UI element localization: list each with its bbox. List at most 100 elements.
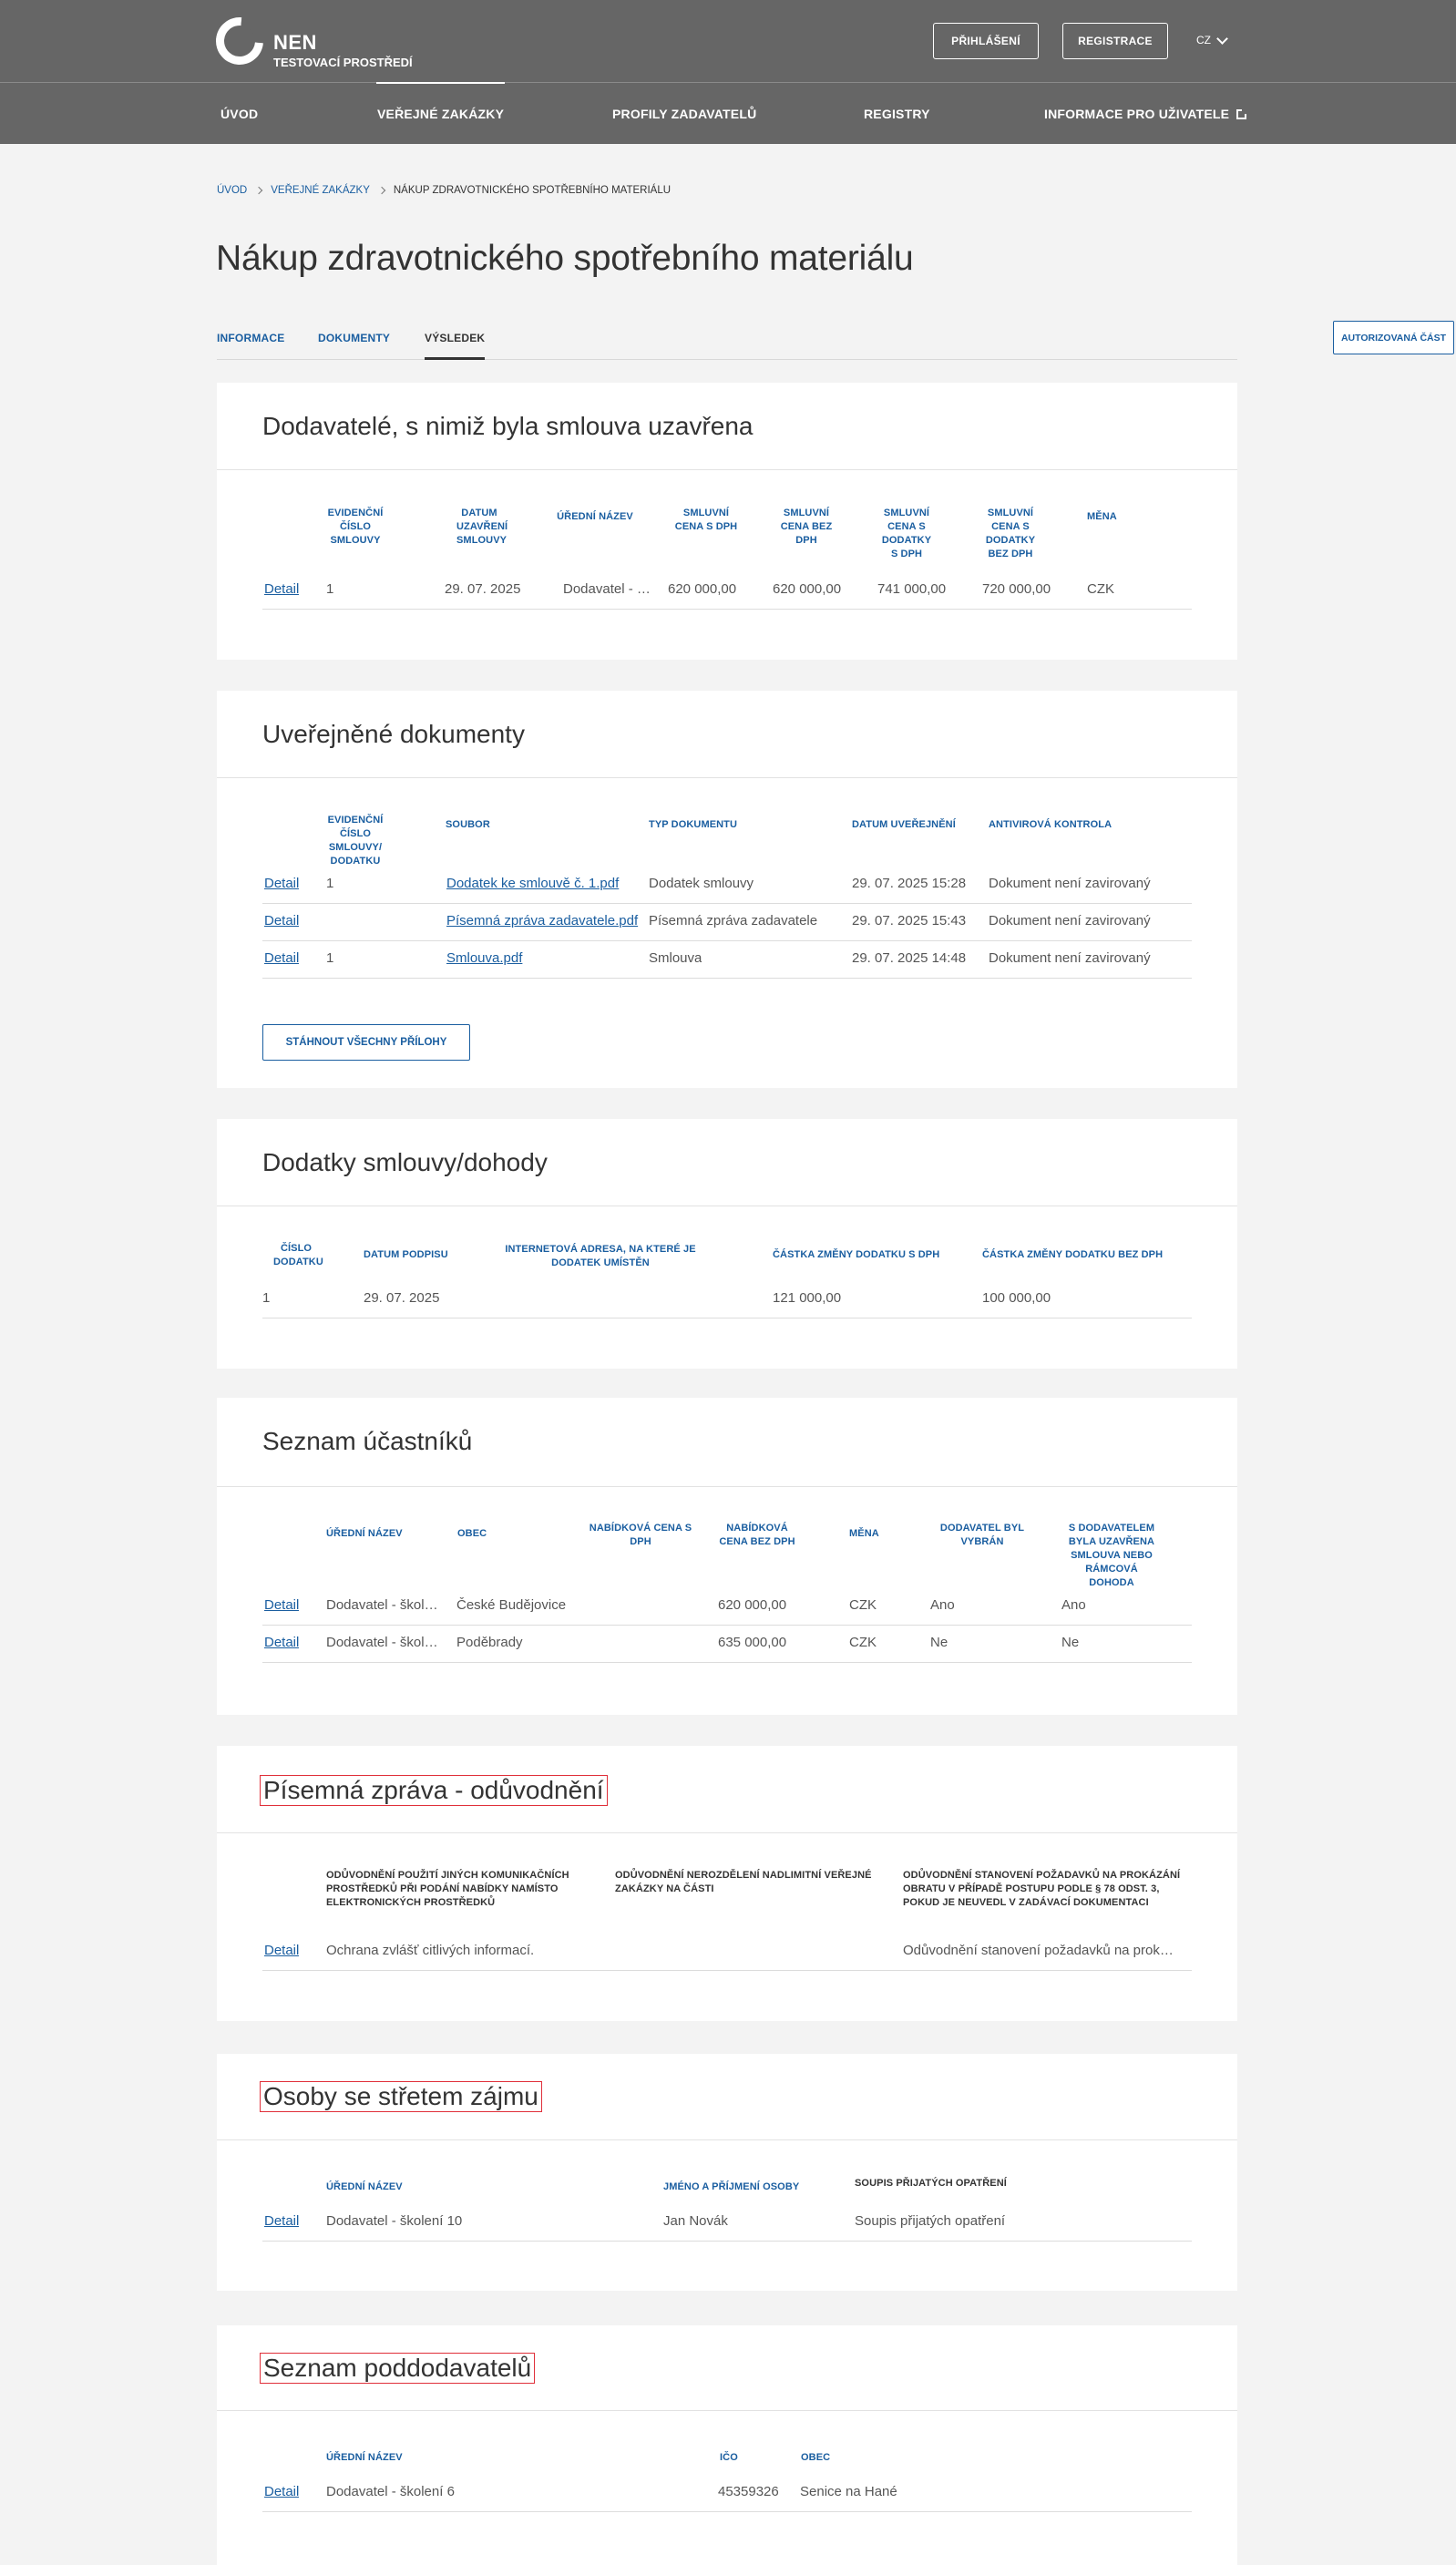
tab-dokumenty[interactable]: DOKUMENTY: [318, 332, 390, 344]
participant-city: Poděbrady: [456, 1635, 523, 1650]
nav-profily-zadavatelu[interactable]: PROFILY ZADAVATELŮ: [612, 83, 756, 145]
breadcrumb-verejne-zakazky[interactable]: VEŘEJNÉ ZAKÁZKY: [271, 185, 370, 196]
card-title: Seznam účastníků: [262, 1427, 473, 1455]
column-header[interactable]: DATUM PODPISU: [364, 1248, 473, 1262]
row-divider: [262, 2241, 1192, 2242]
nav-verejne-zakazky[interactable]: VEŘEJNÉ ZAKÁZKY: [376, 82, 506, 145]
detail-link[interactable]: Detail: [264, 1635, 299, 1650]
column-header[interactable]: DATUM UZAVŘENÍ SMLOUVY: [456, 507, 508, 548]
column-header[interactable]: SOUPIS PŘIJATÝCH OPATŘENÍ: [855, 2177, 1082, 2191]
subcontractor-city: Senice na Hané: [800, 2484, 897, 2499]
top-bar: NEN TESTOVACÍ PROSTŘEDÍ PŘIHLÁŠENÍ REGIS…: [0, 0, 1456, 82]
column-header[interactable]: ČÁSTKA ZMĚNY DODATKU S DPH: [773, 1248, 955, 1262]
detail-link[interactable]: Detail: [264, 2484, 299, 2499]
row-divider: [262, 940, 1192, 941]
divider: [217, 2139, 1237, 2140]
report-reason-3: Odůvodnění stanovení požadavků na prokáz…: [903, 1943, 1181, 1958]
conflict-measures: Soupis přijatých opatření: [855, 2213, 1006, 2229]
column-header[interactable]: OBEC: [801, 2451, 874, 2465]
register-button[interactable]: REGISTRACE: [1062, 23, 1168, 59]
tab-informace[interactable]: INFORMACE: [217, 332, 284, 344]
language-selector[interactable]: CZ: [1196, 32, 1228, 46]
brand[interactable]: NEN TESTOVACÍ PROSTŘEDÍ: [273, 33, 413, 70]
column-header[interactable]: JMÉNO A PŘÍJMENÍ OSOBY: [663, 2180, 846, 2194]
column-header[interactable]: DATUM UVEŘEJNĚNÍ: [852, 818, 989, 832]
antivirus-status: Dokument není zavirovaný: [989, 876, 1151, 891]
column-header[interactable]: SMLUVNÍ CENA S DPH: [670, 507, 743, 534]
authorized-part-button[interactable]: AUTORIZOVANÁ ČÁST: [1333, 321, 1454, 354]
chevron-down-icon: [1216, 32, 1228, 45]
row-divider: [262, 903, 1192, 904]
download-all-button[interactable]: STÁHNOUT VŠECHNY PŘÍLOHY: [262, 1024, 470, 1061]
column-header[interactable]: EVIDENČNÍ ČÍSLO SMLOUVY/ DODATKU: [323, 814, 387, 868]
nav-registry[interactable]: REGISTRY: [864, 83, 930, 145]
participants-card: Seznam účastníků ÚŘEDNÍ NÁZEV OBEC NABÍD…: [217, 1398, 1237, 1715]
document-file-link[interactable]: Dodatek ke smlouvě č. 1.pdf: [446, 876, 640, 891]
column-header[interactable]: SOUBOR: [446, 818, 537, 832]
change-novat: 100 000,00: [982, 1290, 1051, 1306]
detail-link[interactable]: Detail: [264, 950, 299, 966]
row-divider: [262, 1625, 1192, 1626]
column-header[interactable]: EVIDENČNÍ ČÍSLO SMLOUVY: [323, 507, 387, 548]
breadcrumb-uvod[interactable]: ÚVOD: [217, 185, 247, 196]
column-header[interactable]: ODŮVODNĚNÍ STANOVENÍ POŽADAVKŮ NA PROKÁZ…: [903, 1869, 1185, 1910]
nav-informace-pro-uzivatele[interactable]: INFORMACE PRO UŽIVATELE: [1044, 83, 1247, 145]
column-header[interactable]: ANTIVIROVÁ KONTROLA: [989, 818, 1153, 832]
row-divider: [262, 1662, 1192, 1663]
detail-link[interactable]: Detail: [264, 876, 299, 891]
column-header[interactable]: DODAVATEL BYL VYBRÁN: [932, 1522, 1032, 1549]
participant-name: Dodavatel - školení 10: [326, 1597, 445, 1613]
column-header[interactable]: INTERNETOVÁ ADRESA, NA KTERÉ JE DODATEK …: [500, 1243, 701, 1270]
document-file-link[interactable]: Smlouva.pdf: [446, 950, 640, 966]
currency: CZK: [849, 1597, 877, 1613]
column-header[interactable]: NABÍDKOVÁ CENA BEZ DPH: [716, 1522, 798, 1549]
detail-link[interactable]: Detail: [264, 913, 299, 929]
row-divider: [262, 2511, 1192, 2512]
column-header[interactable]: ČÍSLO DODATKU: [273, 1242, 323, 1269]
column-header[interactable]: S DODAVATELEM BYLA UZAVŘENA SMLOUVA NEBO…: [1061, 1522, 1162, 1590]
conflict-card: Osoby se střetem zájmu ÚŘEDNÍ NÁZEV JMÉN…: [217, 2054, 1237, 2291]
antivirus-status: Dokument není zavirovaný: [989, 913, 1151, 929]
external-link-icon: [1236, 108, 1247, 119]
column-header[interactable]: IČO: [720, 2451, 774, 2465]
document-type: Písemná zpráva zadavatele: [649, 913, 818, 929]
login-button[interactable]: PŘIHLÁŠENÍ: [933, 23, 1039, 59]
column-header[interactable]: ČÁSTKA ZMĚNY DODATKU BEZ DPH: [982, 1248, 1174, 1262]
antivirus-status: Dokument není zavirovaný: [989, 950, 1151, 966]
main-nav: ÚVOD VEŘEJNÉ ZAKÁZKY PROFILY ZADAVATELŮ …: [0, 82, 1456, 144]
tab-vysledek[interactable]: VÝSLEDEK: [425, 332, 486, 360]
detail-link[interactable]: Detail: [264, 2213, 299, 2229]
nen-logo-icon[interactable]: [206, 7, 273, 75]
column-header[interactable]: ÚŘEDNÍ NÁZEV: [554, 510, 636, 524]
detail-link[interactable]: Detail: [264, 1943, 299, 1958]
column-header[interactable]: SMLUVNÍ CENA BEZ DPH: [770, 507, 843, 548]
row-divider: [262, 1970, 1192, 1971]
selected: Ano: [930, 1597, 955, 1613]
report-reason-1: Ochrana zvlášť citlivých informací.: [326, 1943, 535, 1958]
card-title: Osoby se střetem zájmu: [260, 2081, 542, 2112]
detail-link[interactable]: Detail: [264, 1597, 299, 1613]
change-vat: 121 000,00: [773, 1290, 842, 1306]
document-file-link[interactable]: Písemná zpráva zadavatele.pdf: [446, 913, 640, 929]
column-header[interactable]: SMLUVNÍ CENA S DODATKY S DPH: [880, 507, 933, 561]
column-header[interactable]: ÚŘEDNÍ NÁZEV: [326, 1527, 436, 1541]
column-header[interactable]: TYP DOKUMENTU: [649, 818, 785, 832]
column-header[interactable]: NABÍDKOVÁ CENA S DPH: [586, 1522, 695, 1549]
column-header[interactable]: MĚNA: [1087, 510, 1133, 524]
subcontractor-ico: 45359326: [718, 2484, 779, 2499]
column-header[interactable]: OBEC: [457, 1527, 549, 1541]
brand-name: NEN: [273, 31, 317, 54]
column-header[interactable]: MĚNA: [849, 1527, 904, 1541]
publish-date: 29. 07. 2025 15:28: [852, 876, 967, 891]
column-header[interactable]: ODŮVODNĚNÍ POUŽITÍ JINÝCH KOMUNIKAČNÍCH …: [326, 1869, 600, 1910]
conflict-person: Jan Novák: [663, 2213, 728, 2229]
column-header[interactable]: SMLUVNÍ CENA S DODATKY BEZ DPH: [979, 507, 1041, 561]
suppliers-card: Dodavatelé, s nimiž byla smlouva uzavřen…: [217, 383, 1237, 660]
amendment-number: 1: [262, 1290, 271, 1306]
column-header[interactable]: ÚŘEDNÍ NÁZEV: [326, 2451, 508, 2465]
column-header[interactable]: ODŮVODNĚNÍ NEROZDĚLENÍ NADLIMITNÍ VEŘEJN…: [615, 1869, 897, 1896]
column-header[interactable]: ÚŘEDNÍ NÁZEV: [326, 2180, 508, 2194]
selected: Ne: [930, 1635, 948, 1650]
detail-link[interactable]: Detail: [264, 581, 299, 597]
nav-uvod[interactable]: ÚVOD: [220, 83, 258, 145]
